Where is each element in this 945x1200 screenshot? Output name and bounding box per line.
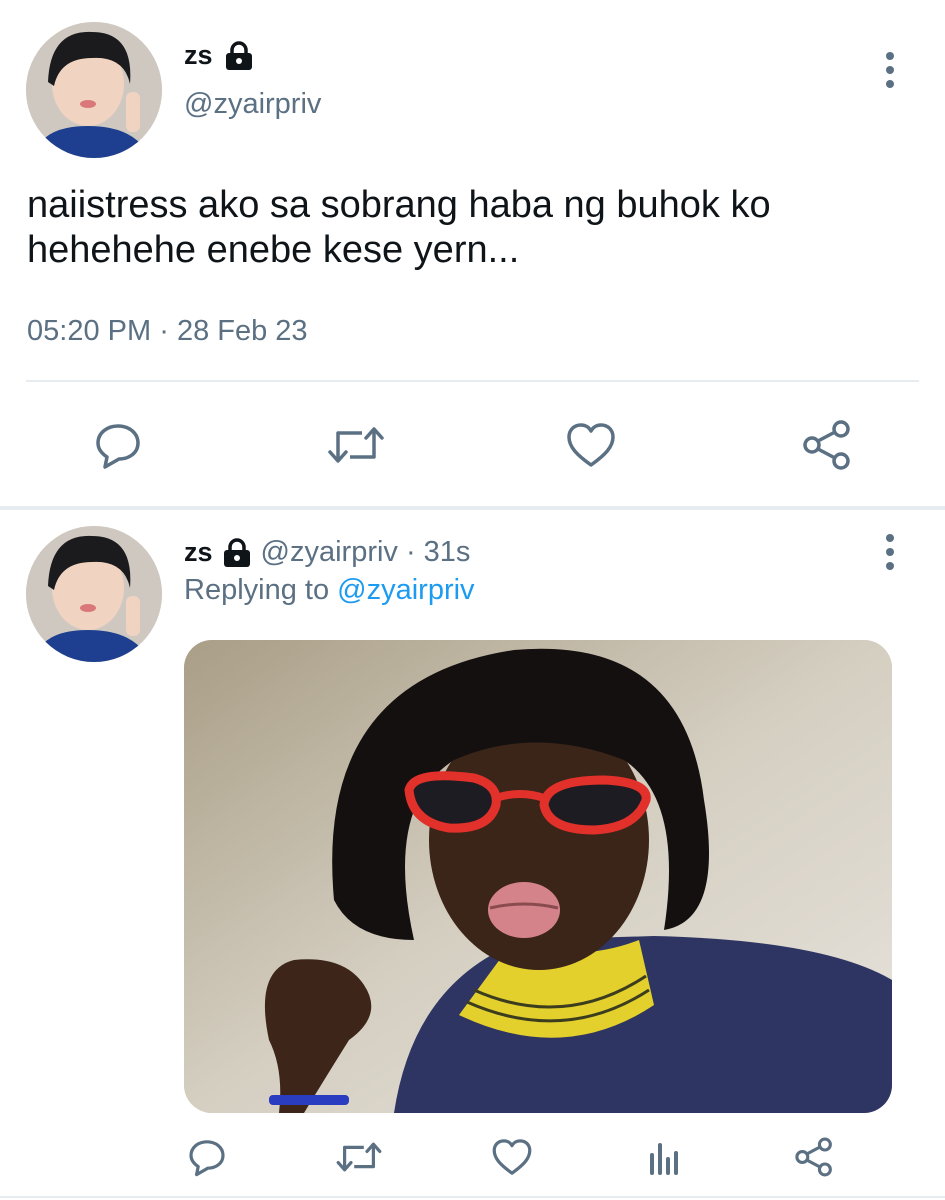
tweet-text: naiistress ako sa sobrang haba ng buhok … xyxy=(27,183,917,273)
reply-analytics-button[interactable] xyxy=(640,1133,688,1181)
replying-to: Replying to @zyairpriv xyxy=(184,574,475,607)
reply-more-options-icon[interactable] xyxy=(880,534,900,570)
author-avatar[interactable] xyxy=(26,22,162,158)
share-icon xyxy=(803,420,850,470)
tweet-text-line-2: hehehehe enebe kese yern... xyxy=(27,229,520,271)
tweet-timestamp[interactable]: 05:20 PM · 28 Feb 23 xyxy=(27,315,308,348)
retweet-icon xyxy=(336,1142,382,1172)
retweet-button[interactable] xyxy=(324,415,388,475)
replying-to-handle[interactable]: @zyairpriv xyxy=(337,574,474,606)
reply-icon xyxy=(96,424,140,469)
reply-button[interactable] xyxy=(88,415,148,475)
reply-share-button[interactable] xyxy=(790,1133,838,1181)
author-name[interactable]: zs xyxy=(184,40,213,71)
photo-image xyxy=(184,640,892,1113)
reply-like-button[interactable] xyxy=(488,1133,536,1181)
reply-author-avatar[interactable] xyxy=(26,526,162,662)
replying-to-prefix: Replying to xyxy=(184,574,330,606)
reply-icon xyxy=(189,1140,225,1177)
like-button[interactable] xyxy=(561,415,621,475)
reply-media-photo[interactable] xyxy=(184,640,892,1113)
author-handle[interactable]: @zyairpriv xyxy=(184,88,321,121)
analytics-icon xyxy=(650,1143,678,1175)
reply-author-name[interactable]: zs xyxy=(184,537,213,568)
age-separator: · xyxy=(405,536,416,568)
tweet-text-line-1: naiistress ako sa sobrang haba ng buhok … xyxy=(27,184,771,226)
reply-author-handle[interactable]: @zyairpriv xyxy=(261,536,398,569)
reply-header: zs @zyairpriv · 31s xyxy=(184,536,470,569)
avatar-photo xyxy=(26,22,162,158)
lock-icon xyxy=(225,40,252,70)
share-button[interactable] xyxy=(797,415,857,475)
more-options-icon[interactable] xyxy=(880,52,900,88)
like-icon xyxy=(567,423,615,467)
timestamp-separator: · xyxy=(159,315,169,347)
lock-icon xyxy=(223,537,250,567)
like-icon xyxy=(492,1139,532,1175)
divider xyxy=(26,380,919,382)
tweet-separator xyxy=(0,506,945,510)
tweet-time: 05:20 PM xyxy=(27,315,152,347)
bottom-divider xyxy=(0,1196,945,1198)
retweet-icon xyxy=(328,427,384,463)
tweet-date: 28 Feb 23 xyxy=(176,315,308,347)
reply-retweet-button[interactable] xyxy=(333,1133,385,1181)
avatar-photo xyxy=(26,526,162,662)
reply-age[interactable]: 31s xyxy=(424,536,471,569)
share-icon xyxy=(795,1137,832,1177)
reply-reply-button[interactable] xyxy=(183,1133,231,1181)
